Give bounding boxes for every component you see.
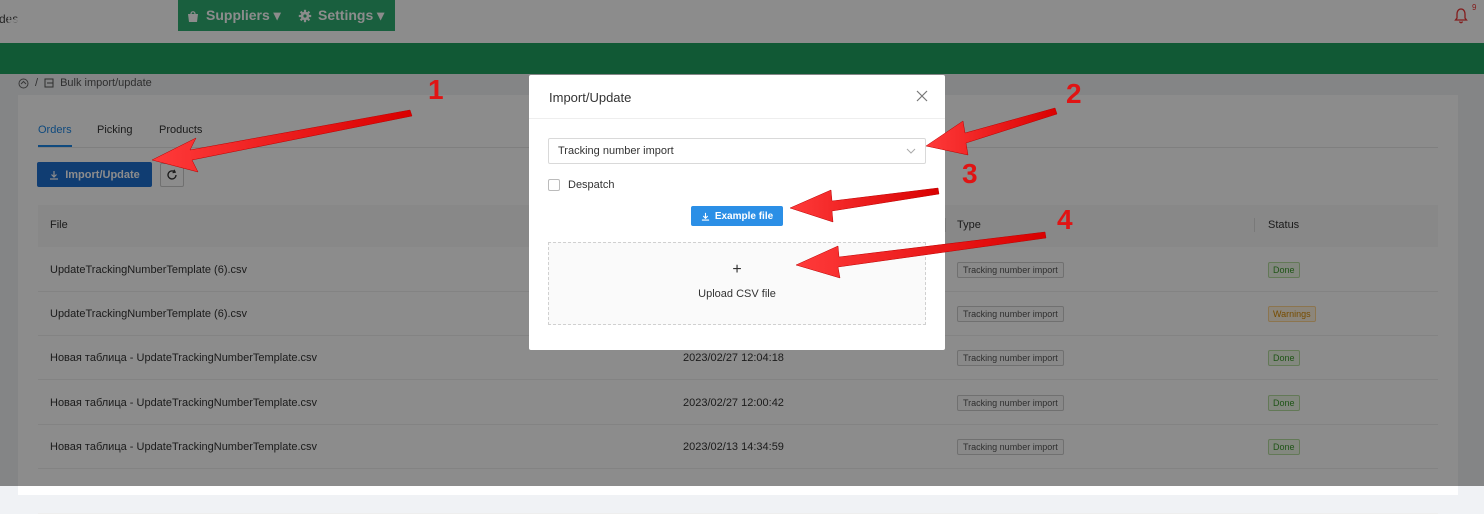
annotation-number-1: 1: [428, 74, 444, 105]
arrow-2: [925, 107, 1058, 156]
annotation-arrows: [151, 107, 1058, 279]
arrow-4: [795, 231, 1047, 279]
annotation-number-3: 3: [962, 158, 978, 189]
annotation-number-4: 4: [1057, 204, 1073, 235]
arrow-3: [789, 187, 940, 223]
annotation-number-2: 2: [1066, 78, 1082, 109]
arrow-1: [151, 109, 413, 173]
